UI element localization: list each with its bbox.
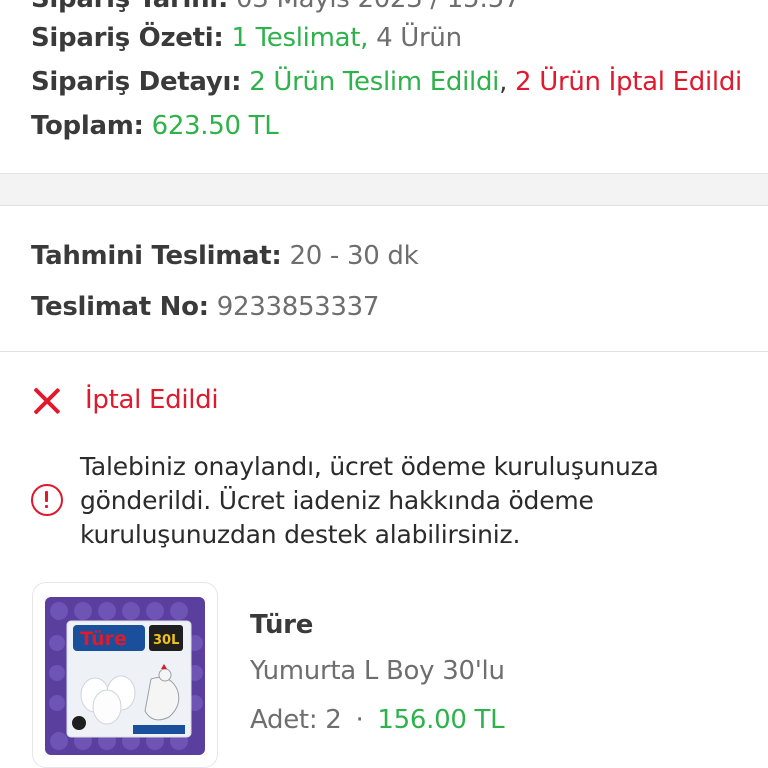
info-icon [31,484,63,516]
refund-info-message: Talebiniz onaylandı, ücret ödeme kuruluş… [80,452,659,549]
svg-text:Türe: Türe [80,628,127,650]
order-summary-items: 4 Ürün [376,23,462,53]
cancellation-status: İptal Edildi [31,383,219,417]
delivery-number-value: 9233853337 [216,292,380,322]
order-total-row: Toplam: 623.50 TL [31,111,279,141]
quantity-label: Adet: [250,705,318,735]
order-date-row: Sipariş Tarihi: 03 Mayıs 2023 / 15:57 [31,0,521,14]
product-quantity-price: Adet: 2 · 156.00 TL [250,705,505,735]
product-price: 156.00 TL [377,705,505,735]
order-summary-delivery: 1 Teslimat, [231,23,369,53]
product-name: Yumurta L Boy 30'lu [250,656,505,686]
order-total-label: Toplam: [31,111,144,141]
order-summary-label: Sipariş Özeti: [31,23,224,53]
order-detail-separator: , [499,67,508,97]
quantity-value: 2 [325,705,342,735]
product-image[interactable]: Türe 30L [32,582,218,768]
order-summary-card: Sipariş Tarihi: 03 Mayıs 2023 / 15:57 Si… [0,0,768,174]
order-detail-row: Sipariş Detayı: 2 Ürün Teslim Edildi, 2 … [31,67,742,97]
order-total-value: 623.50 TL [151,111,279,141]
eta-row: Tahmini Teslimat: 20 - 30 dk [31,241,419,271]
order-date-label: Sipariş Tarihi: [31,0,228,14]
order-date-value: 03 Mayıs 2023 / 15:57 [236,0,521,14]
egg-carton-image: Türe 30L [45,597,205,755]
delivery-info-card: Tahmini Teslimat: 20 - 30 dk Teslimat No… [0,207,768,352]
svg-text:30L: 30L [153,633,179,648]
order-detail-delivered: 2 Ürün Teslim Edildi [249,67,500,97]
eta-value: 20 - 30 dk [289,241,419,271]
cancellation-status-label: İptal Edildi [85,385,219,415]
order-detail-cancelled: 2 Ürün İptal Edildi [515,67,742,97]
close-x-icon [31,384,63,416]
order-detail-label: Sipariş Detayı: [31,67,242,97]
delivery-number-label: Teslimat No: [31,292,209,322]
product-brand: Türe [250,610,314,640]
quantity-price-separator: · [355,705,364,735]
eta-label: Tahmini Teslimat: [31,241,282,271]
section-divider [0,174,768,206]
order-summary-row: Sipariş Özeti: 1 Teslimat, 4 Ürün [31,23,462,53]
delivery-number-row: Teslimat No: 9233853337 [31,292,379,322]
